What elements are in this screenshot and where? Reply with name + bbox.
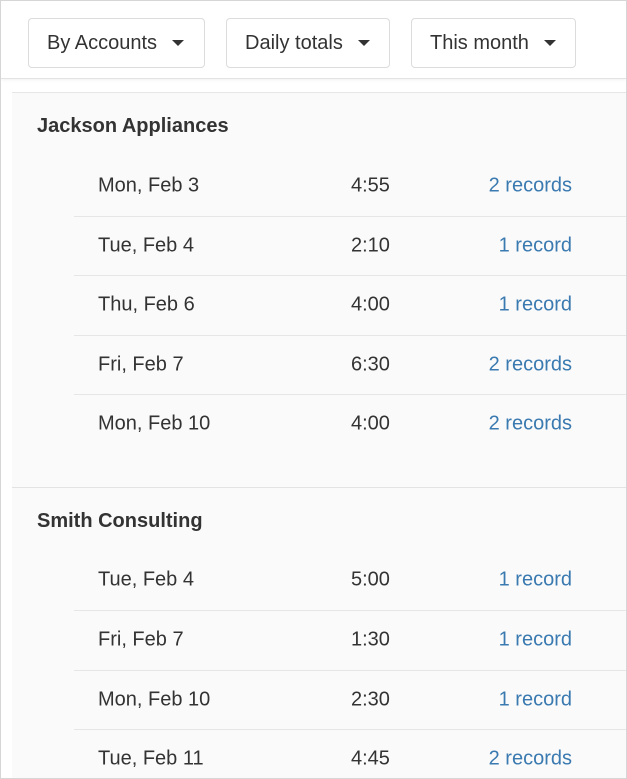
records-link[interactable]: 1 record xyxy=(499,294,572,317)
period-dropdown-label: This month xyxy=(430,31,529,54)
row-total: 4:00 xyxy=(351,293,390,316)
row-total: 4:55 xyxy=(351,174,390,197)
caret-down-icon xyxy=(357,40,370,46)
records-link[interactable]: 2 records xyxy=(489,413,572,436)
daily-total-row: Mon, Feb 10 4:00 2 records xyxy=(74,394,626,454)
row-total: 1:30 xyxy=(351,628,390,651)
daily-total-row: Mon, Feb 10 2:30 1 record xyxy=(74,669,626,730)
daily-total-row: Thu, Feb 6 4:00 1 record xyxy=(74,275,626,335)
app-frame: By Accounts Daily totals This month Jack… xyxy=(0,0,627,779)
caret-down-icon xyxy=(172,40,185,46)
row-total: 2:10 xyxy=(351,234,390,257)
filter-toolbar: By Accounts Daily totals This month xyxy=(1,1,626,79)
account-name: Smith Consulting xyxy=(37,509,203,532)
account-name: Jackson Appliances xyxy=(37,115,229,137)
daily-total-row: Tue, Feb 4 5:00 1 record xyxy=(74,551,626,611)
caret-down-icon xyxy=(543,40,556,46)
daily-total-row: Tue, Feb 11 4:45 2 records xyxy=(74,729,626,778)
records-link[interactable]: 1 record xyxy=(499,629,572,652)
records-link[interactable]: 1 record xyxy=(499,234,572,257)
row-date: Mon, Feb 10 xyxy=(98,412,211,435)
row-date: Mon, Feb 3 xyxy=(98,174,200,197)
row-date: Thu, Feb 6 xyxy=(98,293,195,316)
totals-dropdown[interactable]: Daily totals xyxy=(226,18,390,68)
daily-total-row: Tue, Feb 4 2:10 1 record xyxy=(74,215,626,276)
row-total: 5:00 xyxy=(351,568,390,591)
row-total: 2:30 xyxy=(351,688,390,711)
row-date: Mon, Feb 10 xyxy=(98,688,211,711)
row-date: Tue, Feb 11 xyxy=(98,747,204,770)
group-by-dropdown[interactable]: By Accounts xyxy=(28,18,205,68)
group-by-dropdown-label: By Accounts xyxy=(47,31,158,54)
records-link[interactable]: 2 records xyxy=(489,174,572,197)
row-date: Tue, Feb 4 xyxy=(98,568,194,591)
daily-total-row: Fri, Feb 7 6:30 2 records xyxy=(74,334,626,395)
records-link[interactable]: 1 record xyxy=(499,569,572,592)
account-totals-list: Jackson Appliances Mon, Feb 3 4:55 2 rec… xyxy=(12,92,626,779)
account-group: Jackson Appliances Mon, Feb 3 4:55 2 rec… xyxy=(12,93,626,487)
totals-dropdown-label: Daily totals xyxy=(245,31,343,54)
records-link[interactable]: 2 records xyxy=(489,748,572,771)
row-total: 6:30 xyxy=(351,353,390,376)
row-date: Fri, Feb 7 xyxy=(98,628,184,651)
daily-total-row: Mon, Feb 3 4:55 2 records xyxy=(74,156,626,216)
records-link[interactable]: 2 records xyxy=(489,353,572,376)
row-date: Tue, Feb 4 xyxy=(98,234,194,257)
daily-total-row: Fri, Feb 7 1:30 1 record xyxy=(74,610,626,670)
period-dropdown[interactable]: This month xyxy=(411,18,576,68)
row-date: Fri, Feb 7 xyxy=(98,353,184,376)
row-total: 4:00 xyxy=(351,412,390,435)
account-group: Smith Consulting Tue, Feb 4 5:00 1 recor… xyxy=(12,486,626,779)
row-total: 4:45 xyxy=(351,747,390,770)
records-link[interactable]: 1 record xyxy=(499,688,572,711)
